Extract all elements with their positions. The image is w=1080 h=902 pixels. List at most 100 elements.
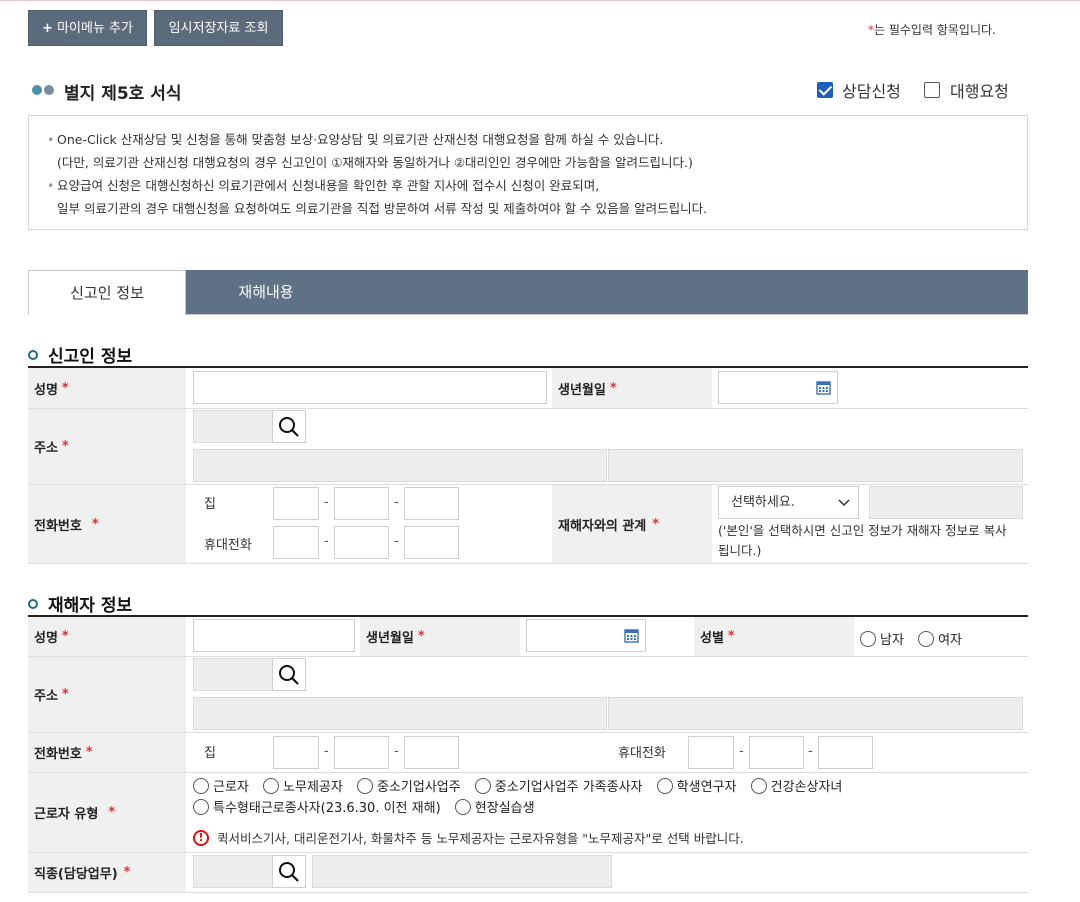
worker-type-radio[interactable] (193, 777, 209, 794)
dash: - (739, 744, 744, 759)
victim-worker-type-label: 근로자 유형 (34, 807, 99, 822)
tab-bar: 신고인 정보 재해내용 (28, 270, 1028, 315)
reporter-relation-select[interactable]: 선택하세요. (718, 486, 859, 519)
worker-type-label: 노무제공자 (283, 780, 343, 795)
dash: - (394, 495, 399, 510)
temp-saved-button[interactable]: 임시저장자료 조회 (154, 10, 283, 46)
notice-line-2: (다만, 의료기관 산재신청 대행요청의 경우 신고인이 ①재해자와 동일하거나… (57, 155, 693, 170)
worker-type-radio[interactable] (454, 798, 471, 815)
plus-icon: + (42, 21, 53, 36)
reporter-mobile-phone-3[interactable] (404, 526, 459, 559)
victim-mobile-phone-2[interactable] (749, 736, 804, 769)
reporter-address-main-input[interactable] (193, 449, 607, 482)
reporter-relation-etc-input[interactable] (869, 486, 1023, 519)
reporter-birth-label: 생년월일 (558, 382, 606, 398)
add-my-menu-button[interactable]: + 마이메뉴 추가 (28, 10, 147, 46)
required-star: * (61, 687, 69, 702)
victim-home-phone-3[interactable] (404, 736, 459, 769)
dash: - (394, 534, 399, 549)
reporter-zipcode-input[interactable] (193, 410, 273, 443)
reporter-section-title: 신고인 정보 (48, 347, 133, 367)
victim-section-title: 재해자 정보 (48, 596, 133, 616)
required-star: * (91, 516, 99, 532)
reporter-mobile-phone-2[interactable] (334, 526, 389, 559)
gender-male-label: 남자 (880, 633, 904, 648)
reporter-birth-input[interactable] (718, 371, 838, 404)
victim-birth-input[interactable] (526, 619, 646, 652)
victim-name-header: 성명 * (28, 617, 186, 656)
victim-job-search-button[interactable] (272, 855, 306, 888)
chevron-down-icon (838, 499, 850, 507)
victim-name-input[interactable] (193, 619, 355, 652)
search-icon (279, 664, 299, 685)
notice-line-3: 요양급여 신청은 대행신청하신 의료기관에서 신청내용을 확인한 후 관할 지사… (57, 178, 600, 193)
reporter-phone-label: 전화번호 (34, 518, 82, 534)
reporter-address-detail-input[interactable] (608, 449, 1023, 482)
required-note: *는 필수입력 항목입니다. (868, 21, 996, 38)
reporter-address-search-button[interactable] (272, 410, 306, 443)
required-note-text: 는 필수입력 항목입니다. (874, 23, 996, 37)
victim-home-label: 집 (204, 746, 216, 761)
victim-mobile-phone-1[interactable] (688, 736, 734, 769)
victim-job-name-input[interactable] (312, 855, 612, 888)
agency-checkbox[interactable] (924, 82, 940, 98)
required-star: * (61, 380, 69, 396)
worker-type-radio-group-2: 특수형태근로종사자(23.6.30. 이전 재해) 현장실습생 (193, 797, 545, 816)
worker-type-label: 중소기업사업주 가족종사자 (494, 780, 643, 795)
reporter-address-header: 주소 * (28, 409, 186, 484)
victim-address-main-input[interactable] (193, 697, 607, 730)
tab-accident-details[interactable]: 재해내용 (186, 270, 346, 315)
reporter-home-phone-3[interactable] (404, 487, 459, 520)
section-ring-icon (28, 598, 38, 609)
reporter-name-input[interactable] (193, 371, 547, 404)
worker-type-label: 근로자 (213, 780, 249, 795)
worker-type-radio[interactable] (750, 777, 767, 794)
gender-female-radio[interactable] (918, 630, 935, 647)
victim-gender-group: 남자 여자 (860, 629, 972, 648)
agency-option[interactable]: 대행요청 (924, 78, 1009, 102)
gender-female-label: 여자 (938, 633, 962, 648)
worker-type-radio[interactable] (356, 777, 373, 794)
consult-checkbox[interactable] (817, 82, 833, 98)
victim-job-header: 직종(담당업무) * (28, 853, 186, 892)
worker-type-label: 현장실습생 (474, 801, 535, 816)
worker-type-radio[interactable] (474, 777, 491, 794)
consult-option[interactable]: 상담신청 (817, 78, 901, 102)
tab-reporter-info[interactable]: 신고인 정보 (28, 270, 186, 315)
worker-type-radio[interactable] (263, 777, 280, 794)
worker-type-radio[interactable] (656, 777, 673, 794)
dash: - (324, 534, 329, 549)
worker-type-warning: ! 퀵서비스기사, 대리운전기사, 화물차주 등 노무제공자는 근로자유형을 "… (193, 828, 744, 847)
victim-gender-label: 성별 (700, 631, 724, 646)
victim-address-header: 주소 * (28, 657, 186, 732)
gender-male-radio[interactable] (860, 630, 876, 647)
worker-type-radio[interactable] (193, 798, 209, 815)
reporter-mobile-phone-1[interactable] (273, 526, 319, 559)
required-star: * (108, 805, 116, 820)
reporter-home-phone-2[interactable] (334, 487, 389, 520)
victim-address-detail-input[interactable] (608, 697, 1023, 730)
victim-zipcode-input[interactable] (193, 658, 273, 691)
warning-icon: ! (193, 829, 209, 846)
victim-address-search-button[interactable] (272, 658, 306, 691)
notice-line-4: 일부 의료기관의 경우 대행신청을 요청하여도 의료기관을 직접 방문하여 서류… (57, 201, 708, 216)
reporter-mobile-label: 휴대전화 (204, 538, 252, 553)
victim-mobile-label: 휴대전화 (618, 746, 666, 761)
victim-mobile-phone-3[interactable] (818, 736, 873, 769)
temp-saved-label: 임시저장자료 조회 (168, 21, 269, 36)
notice-line-1: One-Click 산재상담 및 신청을 통해 맞춤형 보상·요양상담 및 의료… (57, 132, 664, 147)
tab-underline (186, 314, 1028, 315)
victim-job-code-input[interactable] (193, 855, 273, 888)
victim-home-phone-2[interactable] (334, 736, 389, 769)
reporter-home-phone-1[interactable] (273, 487, 319, 520)
add-my-menu-label: 마이메뉴 추가 (57, 21, 133, 36)
title-dots-icon (32, 84, 56, 99)
calendar-icon[interactable] (624, 628, 639, 643)
required-star: * (61, 629, 69, 644)
calendar-icon[interactable] (816, 380, 831, 395)
worker-type-radio-group-1: 근로자 노무제공자 중소기업사업주 중소기업사업주 가족종사자 학생연구자 건강… (193, 776, 1023, 795)
victim-home-phone-1[interactable] (273, 736, 319, 769)
section-ring-icon (28, 349, 38, 360)
reporter-name-header: 성명 * (28, 368, 186, 408)
worker-type-warning-text: 퀵서비스기사, 대리운전기사, 화물차주 등 노무제공자는 근로자유형을 "노무… (217, 831, 744, 846)
